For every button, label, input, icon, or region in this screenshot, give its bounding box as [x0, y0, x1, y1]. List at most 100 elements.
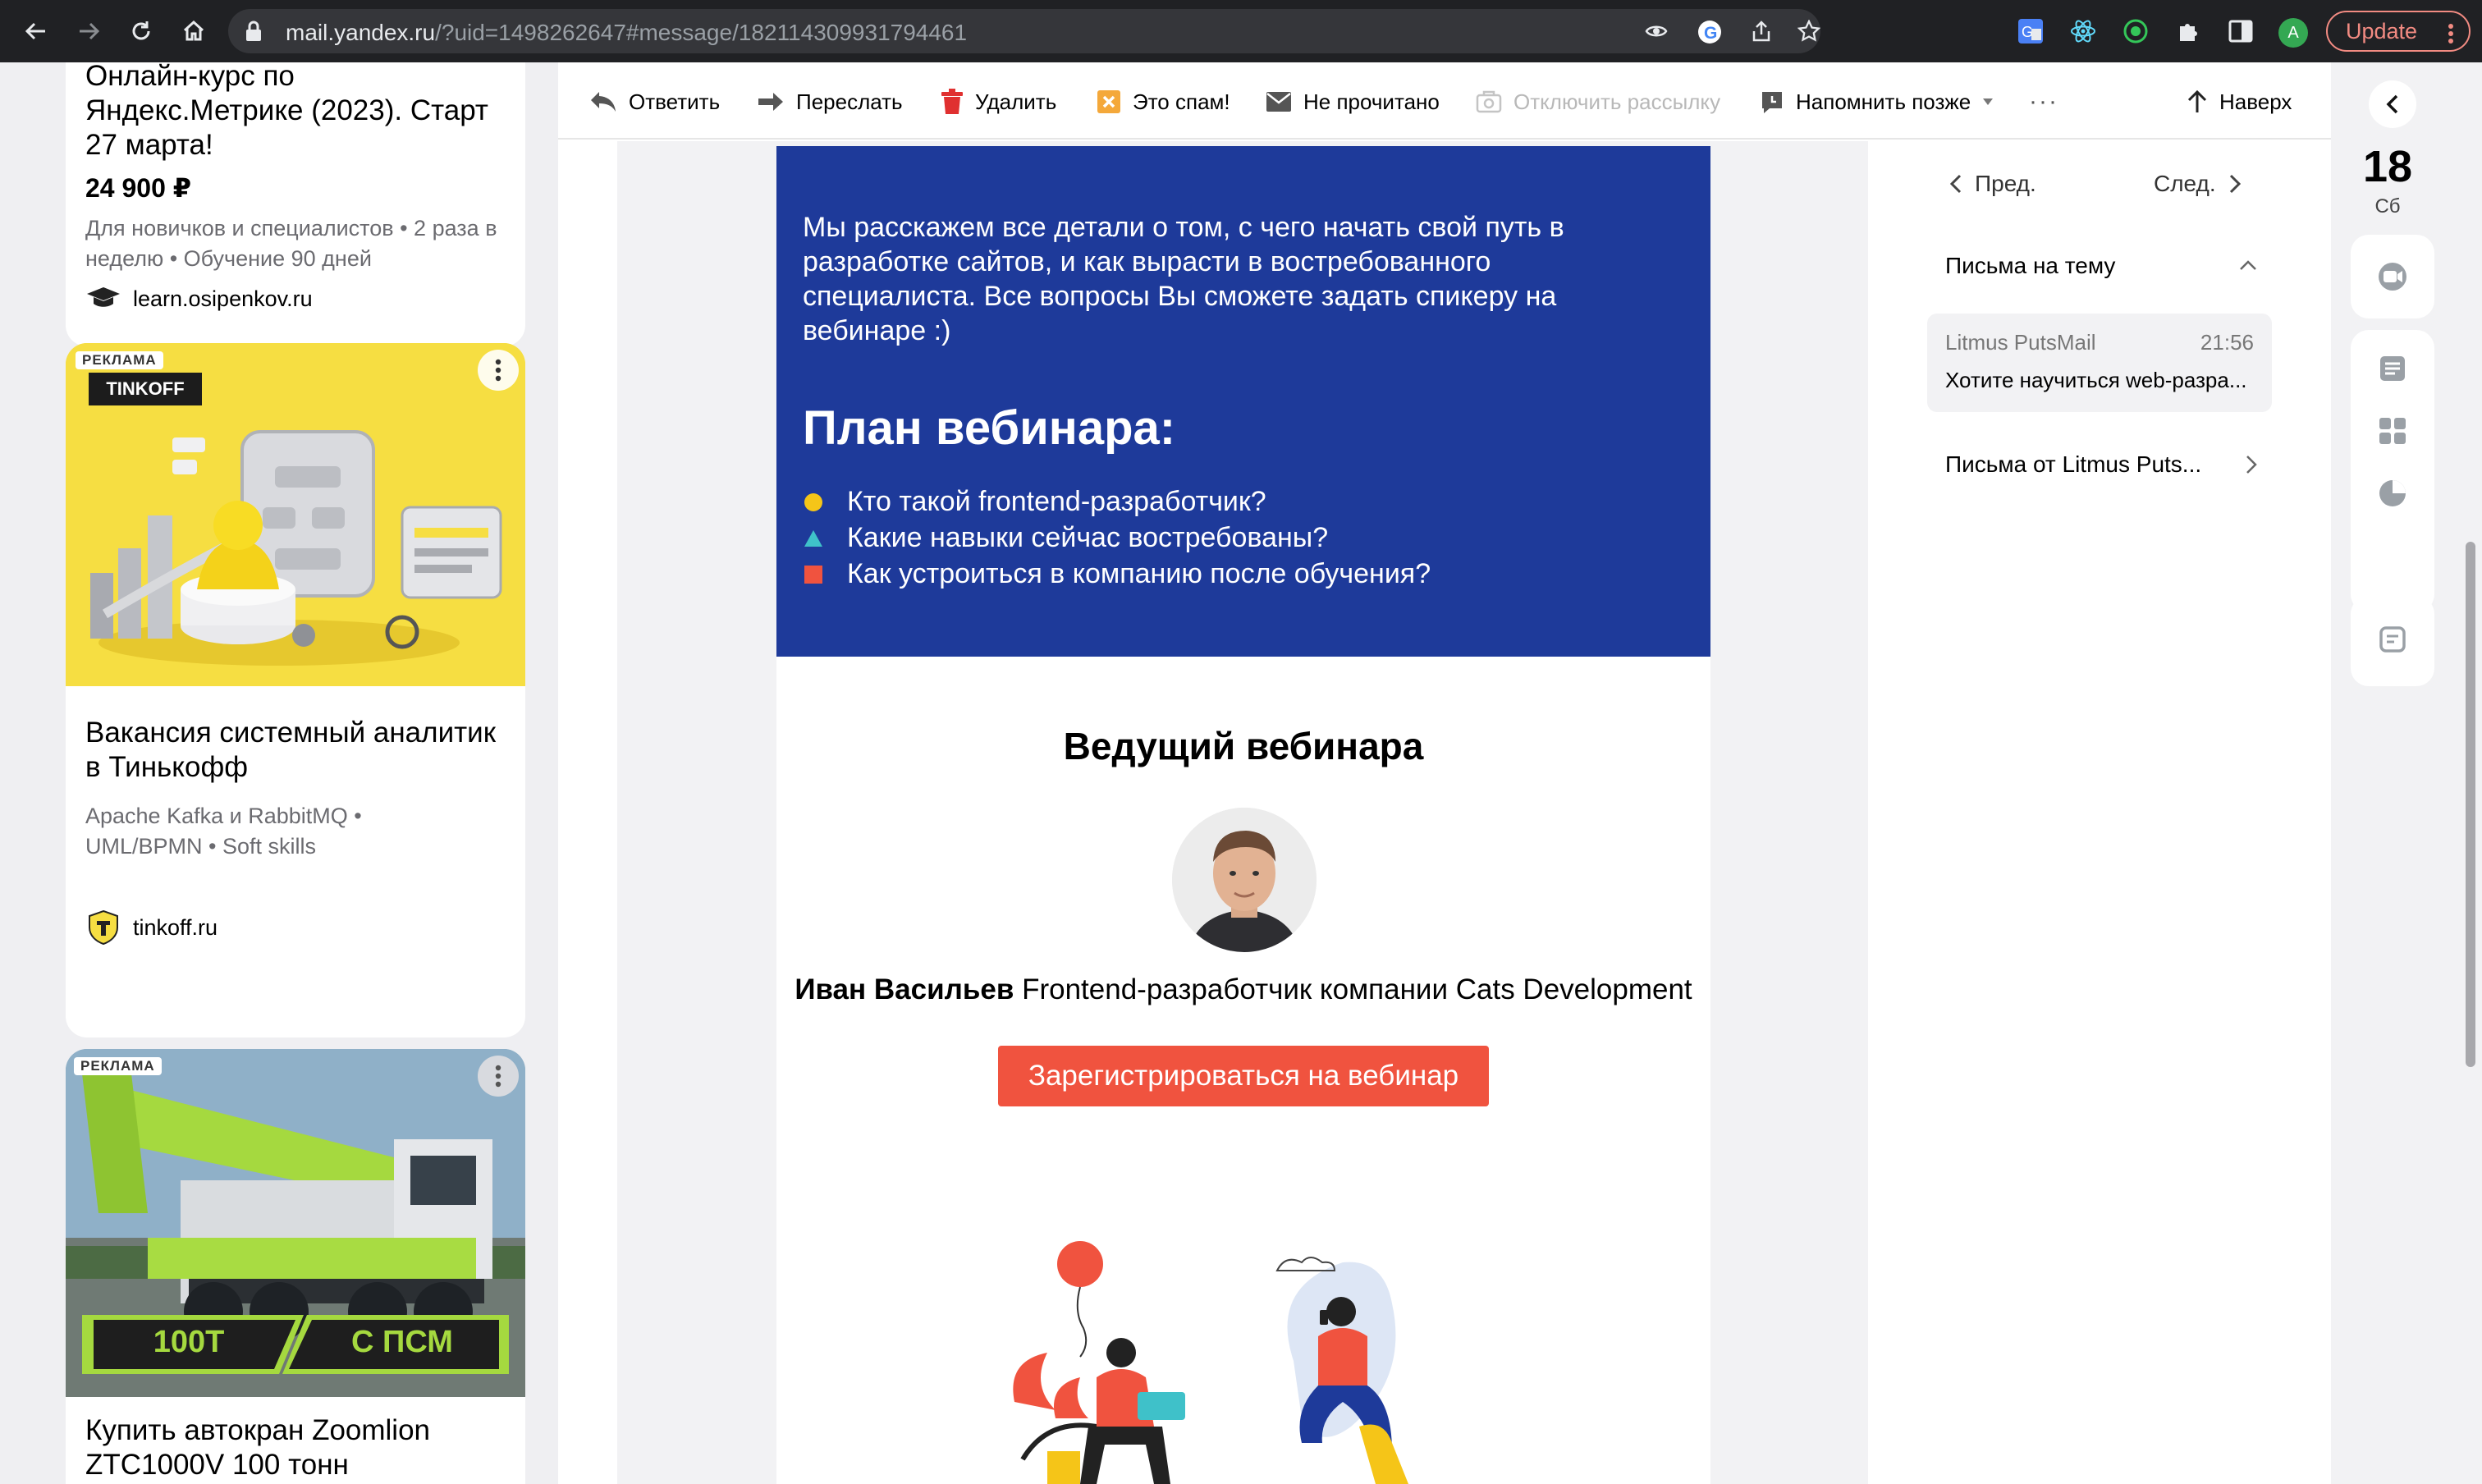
url-text[interactable]: mail.yandex.ru/?uid=1498262647#message/1… [286, 20, 967, 46]
ad-image[interactable]: РЕКЛАМА 100Т С ПСМ [66, 1049, 525, 1397]
side-panel-icon[interactable] [2221, 11, 2260, 51]
square-bullet-icon [803, 564, 824, 585]
scroll-top-button[interactable]: Наверх [2187, 85, 2292, 118]
ad-site-link[interactable]: tinkoff.ru [85, 909, 218, 946]
ad-card-zoomlion[interactable]: РЕКЛАМА 100Т С ПСМ Купить автокран Zooml… [66, 1049, 525, 1484]
tools-sidebar: 18 Сб [2331, 62, 2482, 1484]
next-message-button[interactable]: След. [2154, 171, 2241, 197]
ad-title[interactable]: Онлайн-курс по Яндекс.Метрике (2023). Ст… [85, 62, 496, 163]
thread-message-item[interactable]: Litmus PutsMail 21:56 Хотите научиться w… [1927, 314, 2272, 412]
spam-icon [1097, 90, 1120, 113]
update-button[interactable]: Update [2326, 11, 2471, 52]
mark-unread-button[interactable]: Не прочитано [1266, 85, 1440, 118]
plan-item: Какие навыки сейчас востребованы? [803, 522, 1328, 554]
circle-bullet-icon [803, 492, 824, 513]
home-button[interactable] [174, 11, 213, 51]
crane-banner-right: С ПСМ [351, 1325, 453, 1359]
apps-group [2351, 330, 2434, 612]
chevron-right-icon [2229, 174, 2241, 194]
ad-meta: Для новичков и специалистов • 2 раза в н… [85, 216, 497, 271]
arrow-up-icon [2187, 89, 2207, 112]
forward-button[interactable]: Переслать [757, 85, 903, 118]
thread-title: Письма на тему [1945, 253, 2116, 278]
calendar-day[interactable]: 18 [2331, 141, 2444, 192]
host-section-title: Ведущий вебинара [1063, 725, 1424, 767]
share-icon[interactable] [1750, 20, 1773, 43]
ad-title[interactable]: Купить автокран Zoomlion ZTC1000V 100 то… [85, 1413, 496, 1482]
video-call-icon[interactable] [2375, 259, 2410, 294]
plan-item: Кто такой frontend-разработчик? [803, 486, 1266, 518]
from-sender-label: Письма от Litmus Puts... [1945, 451, 2202, 477]
remind-label: Напомнить позже [1796, 89, 1971, 114]
ad-image[interactable]: РЕКЛАМА TINKOFF [66, 343, 525, 686]
notes-icon[interactable] [2375, 351, 2410, 386]
lock-icon[interactable] [245, 21, 263, 42]
apps-grid-icon[interactable] [2375, 414, 2410, 448]
from-sender-link[interactable]: Письма от Litmus Puts... [1945, 451, 2257, 478]
next-label: След. [2154, 171, 2216, 196]
star-icon[interactable] [1797, 20, 1820, 43]
kebab-icon [495, 359, 501, 382]
triangle-bullet-icon [803, 528, 824, 549]
ad-badge: РЕКЛАМА [74, 1057, 162, 1075]
plan-item: Как устроиться в компанию после обучения… [803, 558, 1431, 590]
ad-site-label: tinkoff.ru [133, 914, 218, 940]
ad-card-tinkoff[interactable]: РЕКЛАМА TINKOFF Вакансия системный анали… [66, 343, 525, 1037]
chevron-left-icon [2386, 94, 2398, 114]
message-info-panel: Пред. След. Письма на тему Litmus PutsMa… [1870, 141, 2331, 1484]
more-actions-button[interactable]: ··· [2029, 85, 2058, 118]
prev-message-button[interactable]: Пред. [1950, 171, 2036, 197]
kebab-icon [2448, 24, 2453, 44]
thread-from: Litmus PutsMail [1945, 330, 2096, 355]
host-role: Frontend-разработчик компании Cats Devel… [1022, 973, 1692, 1005]
home-icon [183, 20, 204, 41]
envelope-icon [1266, 92, 1291, 112]
page-scrollbar[interactable] [2466, 542, 2475, 1067]
thread-time: 21:56 [2200, 330, 2254, 355]
more-label: ··· [2029, 88, 2058, 115]
ad-price: 24 900 ₽ [85, 173, 192, 203]
ad-site-link[interactable]: learn.osipenkov.ru [85, 286, 313, 312]
remind-later-button[interactable]: Напомнить позже [1760, 85, 1994, 118]
svg-text:G: G [1704, 24, 1717, 43]
ad-meta: Apache Kafka и RabbitMQ • UML/BPMN • Sof… [85, 804, 362, 859]
forward-button[interactable] [69, 11, 108, 51]
reply-button[interactable]: Ответить [589, 85, 720, 118]
svg-text:G: G [2022, 24, 2033, 40]
remind-flag-icon [1762, 92, 1782, 113]
tinkoff-logo: TINKOFF [89, 373, 202, 405]
delete-label: Удалить [975, 89, 1057, 114]
plan-item-text: Кто такой frontend-разработчик? [847, 486, 1266, 517]
react-devtools-icon[interactable] [2063, 11, 2103, 51]
back-button[interactable] [16, 11, 56, 51]
crane-banner-left: 100Т [153, 1325, 225, 1359]
plan-item-text: Какие навыки сейчас востребованы? [847, 522, 1329, 553]
forward-arrow-icon [758, 93, 783, 111]
delete-button[interactable]: Удалить [941, 85, 1056, 118]
arrow-left-icon [25, 22, 45, 40]
puzzle-icon[interactable] [2168, 11, 2208, 51]
target-extension-icon[interactable] [2116, 11, 2155, 51]
ad-options-button[interactable] [478, 350, 519, 391]
plan-title: План вебинара: [803, 401, 1176, 455]
address-bar[interactable]: mail.yandex.ru/?uid=1498262647#message/1… [228, 9, 1820, 53]
collapse-sidebar-button[interactable] [2369, 80, 2416, 128]
reload-button[interactable] [121, 11, 161, 51]
register-webinar-button[interactable]: Зарегистрироваться на вебинар [998, 1046, 1489, 1106]
ad-options-button[interactable] [478, 1056, 519, 1097]
unsubscribe-button[interactable]: Отключить рассылку [1476, 85, 1720, 118]
google-icon[interactable]: G [1697, 20, 1721, 44]
ad-card-metrika[interactable]: Онлайн-курс по Яндекс.Метрике (2023). Ст… [66, 62, 525, 346]
document-icon[interactable] [2375, 622, 2410, 657]
intro-text: Мы расскажем все детали о том, с чего на… [803, 212, 1564, 346]
disk-usage-icon[interactable] [2375, 476, 2410, 511]
translate-icon[interactable]: G [2011, 11, 2050, 51]
spam-button[interactable]: Это спам! [1097, 85, 1230, 118]
ad-title[interactable]: Вакансия системный аналитик в Тинькофф [85, 716, 496, 785]
thread-section-toggle[interactable]: Письма на тему [1945, 253, 2257, 279]
trash-icon [941, 89, 963, 114]
ads-column: Онлайн-курс по Яндекс.Метрике (2023). Ст… [0, 62, 558, 1484]
eye-icon[interactable] [1645, 20, 1668, 43]
browser-toolbar: mail.yandex.ru/?uid=1498262647#message/1… [0, 0, 2482, 62]
profile-avatar[interactable]: A [2278, 18, 2308, 48]
